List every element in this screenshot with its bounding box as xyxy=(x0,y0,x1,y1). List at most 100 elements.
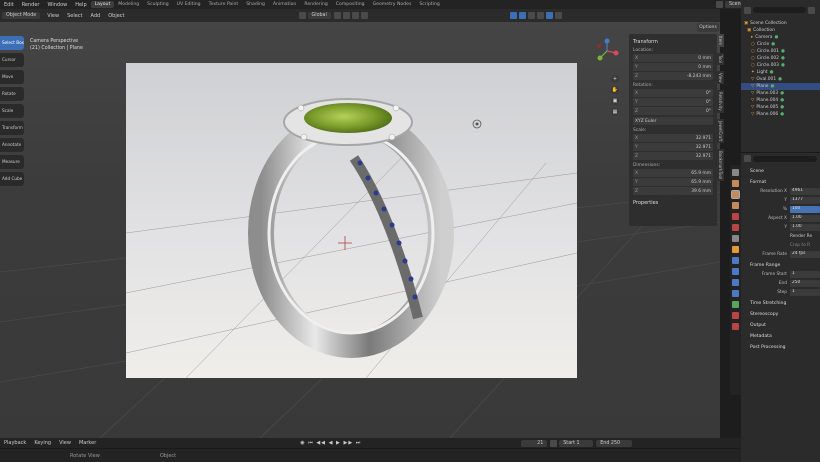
workspace-tab-layout[interactable]: Layout xyxy=(90,1,115,8)
dimensions-y-field[interactable]: Y 65.9 mm xyxy=(633,178,713,186)
outliner-item-circle-003[interactable]: ○ Circle.003 ● xyxy=(741,62,820,69)
physics-properties-icon[interactable] xyxy=(732,279,739,286)
show-overlays-icon[interactable] xyxy=(518,12,526,19)
transform-panel-header[interactable]: Transform xyxy=(633,39,713,45)
stereoscopy-panel-header[interactable]: Stereoscopy xyxy=(750,308,820,319)
snap-icon[interactable] xyxy=(342,12,350,19)
tab-bookmarktool[interactable]: BookmarkTool xyxy=(717,149,724,182)
workspace-tab-modeling[interactable]: Modeling xyxy=(114,1,143,8)
output-panel-header[interactable]: Output xyxy=(750,319,820,330)
aspect-y-field[interactable]: Y 1.00 xyxy=(750,223,820,231)
viewport-menu-add[interactable]: Add xyxy=(87,13,105,19)
perspective-toggle-icon[interactable]: ▦ xyxy=(611,108,619,116)
time-stretching-panel-header[interactable]: Time Stretching xyxy=(750,297,820,308)
workspace-tab-geometry-nodes[interactable]: Geometry Nodes xyxy=(369,1,416,8)
modifier-properties-icon[interactable] xyxy=(732,257,739,264)
frame-step-field[interactable]: Step 1 xyxy=(750,288,820,296)
outliner-item-plane-004[interactable]: ▽ Plane.004 ● xyxy=(741,97,820,104)
light-icon[interactable] xyxy=(471,118,483,130)
falloff-icon[interactable] xyxy=(360,12,368,19)
rotation-y-field[interactable]: Y 0° xyxy=(633,98,713,106)
scene-properties-icon[interactable] xyxy=(732,213,739,220)
timeline-menu-playback[interactable]: Playback xyxy=(0,440,30,446)
shading-material-icon[interactable] xyxy=(545,12,553,19)
outliner-item-plane[interactable]: ▽ Plane ● xyxy=(741,83,820,90)
rotation-z-field[interactable]: Z 0° xyxy=(633,107,713,115)
tool-add-cube[interactable]: Add Cube xyxy=(0,172,24,186)
workspace-tab-sculpting[interactable]: Sculpting xyxy=(143,1,172,8)
rotation-mode-dropdown[interactable]: XYZ Euler xyxy=(633,117,713,125)
zoom-icon[interactable]: + xyxy=(611,75,619,83)
camera-view-frame[interactable] xyxy=(126,63,577,378)
tab-tool[interactable]: Tool xyxy=(717,53,724,65)
menu-render[interactable]: Render xyxy=(18,2,44,8)
workspace-tab-scripting[interactable]: Scripting xyxy=(415,1,443,8)
workspace-tab-uv-editing[interactable]: UV Editing xyxy=(173,1,205,8)
outliner-search-input[interactable] xyxy=(753,7,806,13)
properties-search-input[interactable] xyxy=(753,155,817,162)
workspace-tab-texture-paint[interactable]: Texture Paint xyxy=(205,1,243,8)
navigation-gizmo[interactable] xyxy=(594,38,620,64)
location-y-field[interactable]: Y0 mm xyxy=(633,63,713,71)
menu-help[interactable]: Help xyxy=(71,2,90,8)
outliner-item-circle-001[interactable]: ○ Circle.001 ● xyxy=(741,48,820,55)
tab-view[interactable]: View xyxy=(717,70,724,85)
orientation-dropdown[interactable]: Global xyxy=(307,12,331,19)
post-processing-panel-header[interactable]: Post Processing xyxy=(750,341,820,352)
data-properties-icon[interactable] xyxy=(732,301,739,308)
tool-cursor[interactable]: Cursor xyxy=(0,53,24,67)
tool-rotate[interactable]: Rotate xyxy=(0,87,24,101)
view-layer-properties-icon[interactable] xyxy=(732,202,739,209)
pan-icon[interactable]: ✋ xyxy=(611,86,619,94)
crop-checkbox[interactable]: Crop to R xyxy=(750,241,820,249)
outliner-item-circle-002[interactable]: ○ Circle.002 ● xyxy=(741,55,820,62)
menu-window[interactable]: Window xyxy=(44,2,72,8)
properties-editor-icon[interactable] xyxy=(744,155,751,162)
dimensions-z-field[interactable]: Z 39.6 mm xyxy=(633,187,713,195)
timeline-menu-view[interactable]: View xyxy=(55,440,75,446)
constraints-properties-icon[interactable] xyxy=(732,290,739,297)
clock-icon[interactable] xyxy=(550,439,558,447)
outliner-item-oval-001[interactable]: ▽ Oval.001 ● xyxy=(741,76,820,83)
tool-annotate[interactable]: Annotate xyxy=(0,138,24,152)
scale-x-field[interactable]: X 32.971 xyxy=(633,134,713,142)
tool-move[interactable]: Move xyxy=(0,70,24,84)
viewport-menu-view[interactable]: View xyxy=(43,13,63,19)
outliner-item-plane-003[interactable]: ▽ Plane.003 ● xyxy=(741,90,820,97)
outliner-item-light[interactable]: ✦ Light ● xyxy=(741,69,820,76)
dimensions-x-field[interactable]: X 65.9 mm xyxy=(633,169,713,177)
world-properties-icon[interactable] xyxy=(732,224,739,231)
frame-end-field[interactable]: End 250 xyxy=(750,279,820,287)
proportional-edit-icon[interactable] xyxy=(351,12,359,19)
frame-start-field[interactable]: Frame Start 1 xyxy=(750,270,820,278)
shading-rendered-icon[interactable] xyxy=(554,12,562,19)
options-button[interactable]: Options xyxy=(697,23,719,32)
tab-item[interactable]: Item xyxy=(717,34,724,48)
workspace-tab-rendering[interactable]: Rendering xyxy=(300,1,331,8)
render-properties-icon[interactable] xyxy=(732,180,739,187)
camera-view-icon[interactable]: ▣ xyxy=(611,97,619,105)
playback-controls[interactable]: ◉ ⏮ ◀◀ ◀ ▶ ▶▶ ⏭ xyxy=(300,440,361,446)
collection-properties-icon[interactable] xyxy=(732,235,739,242)
menu-edit[interactable]: Edit xyxy=(0,2,18,8)
outliner-scene-collection[interactable]: ▣ Scene Collection xyxy=(741,20,820,27)
scene-icon[interactable] xyxy=(716,1,723,8)
format-panel-header[interactable]: Format xyxy=(750,176,820,187)
current-frame-field[interactable]: 21 xyxy=(521,439,548,447)
mode-dropdown[interactable]: Object Mode xyxy=(2,12,41,19)
frame-range-panel-header[interactable]: Frame Range xyxy=(750,259,820,270)
rotation-x-field[interactable]: X 0° xyxy=(633,89,713,97)
metadata-panel-header[interactable]: Metadata xyxy=(750,330,820,341)
start-frame-field[interactable]: Start 1 xyxy=(559,439,594,447)
output-properties-icon[interactable] xyxy=(731,190,740,199)
material-properties-icon[interactable] xyxy=(732,312,739,319)
resolution-x-field[interactable]: Resolution X 4961 xyxy=(750,187,820,195)
tool-transform[interactable]: Transform xyxy=(0,121,24,135)
tool-settings-icon[interactable] xyxy=(732,169,739,176)
tool-measure[interactable]: Measure xyxy=(0,155,24,169)
workspace-tab-compositing[interactable]: Compositing xyxy=(332,1,369,8)
tool-scale[interactable]: Scale xyxy=(0,104,24,118)
texture-properties-icon[interactable] xyxy=(732,323,739,330)
particles-properties-icon[interactable] xyxy=(732,268,739,275)
show-gizmo-icon[interactable] xyxy=(509,12,517,19)
